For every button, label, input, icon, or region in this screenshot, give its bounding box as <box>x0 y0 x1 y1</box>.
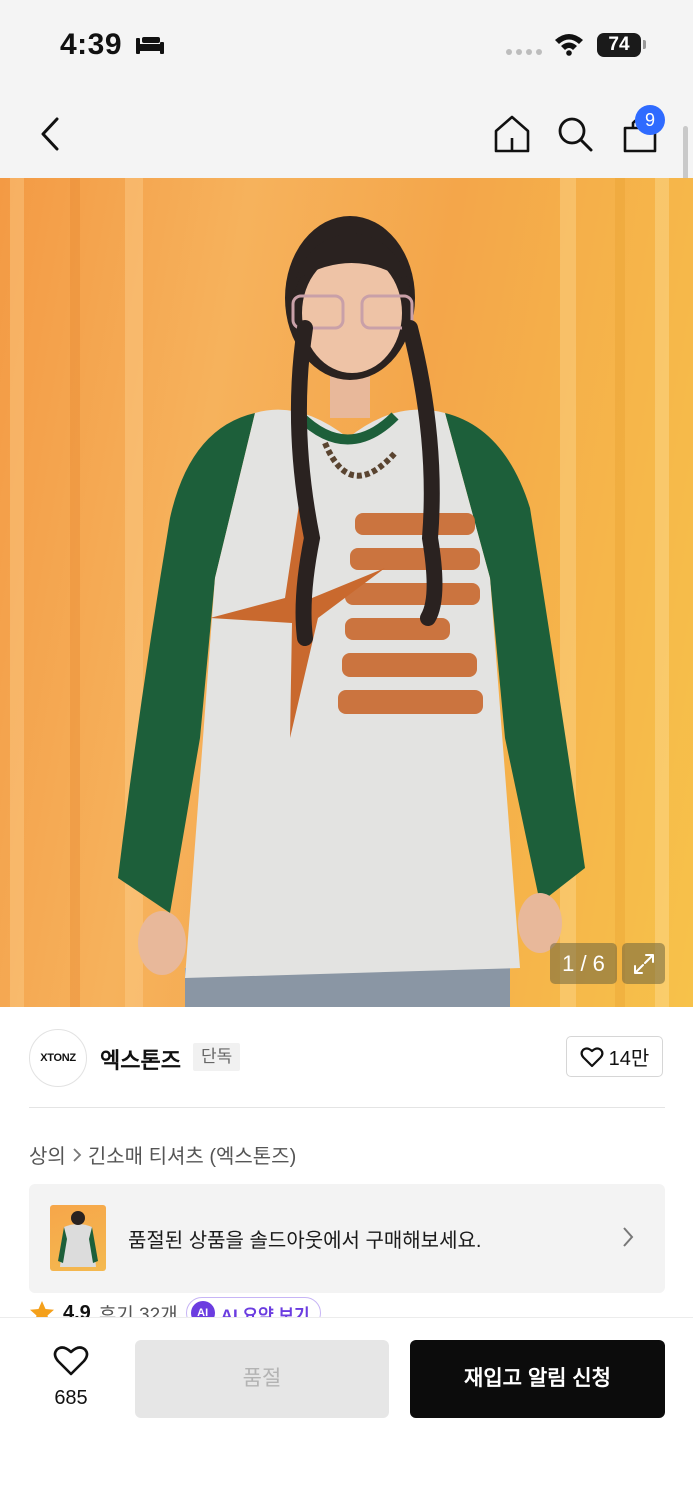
soldout-promo-banner[interactable]: 품절된 상품을 솔드아웃에서 구매해보세요. <box>29 1184 665 1293</box>
home-icon <box>494 115 530 153</box>
soldout-button: 품절 <box>135 1340 389 1418</box>
product-image[interactable] <box>0 178 693 1007</box>
back-button[interactable] <box>30 90 70 178</box>
image-counter: 1 / 6 <box>550 943 617 984</box>
heart-icon <box>580 1046 604 1067</box>
battery-indicator: 74 <box>597 33 641 57</box>
search-button[interactable] <box>553 90 597 178</box>
wifi-icon <box>555 34 583 56</box>
fullscreen-button[interactable] <box>622 943 665 984</box>
chevron-right-icon <box>73 1147 82 1162</box>
banner-text: 품절된 상품을 솔드아웃에서 구매해보세요. <box>128 1230 482 1252</box>
brand-logo[interactable]: XTONZ <box>29 1029 87 1087</box>
top-navigation <box>0 90 693 178</box>
breadcrumb-category[interactable]: 상의 <box>29 1140 66 1169</box>
cart-button[interactable] <box>618 90 662 178</box>
brand-like-button[interactable]: 14만 <box>566 1036 663 1077</box>
cart-count-badge: 9 <box>635 105 665 135</box>
wishlist-button[interactable]: 685 <box>40 1341 102 1417</box>
status-bar: 4:39 74 <box>0 0 693 90</box>
brand-like-count: 14만 <box>608 1048 650 1070</box>
search-icon <box>558 117 593 152</box>
heart-outline-icon <box>53 1346 89 1376</box>
brand-name[interactable]: 엑스톤즈 <box>100 1043 181 1075</box>
product-photo <box>10 178 669 1007</box>
wishlist-count: 685 <box>54 1387 88 1409</box>
sleep-mode-icon <box>136 37 164 54</box>
restock-alert-button[interactable]: 재입고 알림 신청 <box>410 1340 665 1418</box>
section-divider <box>29 1107 665 1108</box>
expand-icon <box>633 953 654 974</box>
brand-logo-text: XTONZ <box>40 1052 76 1064</box>
breadcrumb-subcategory[interactable]: 긴소매 티셔츠 (엑스톤즈) <box>88 1140 296 1169</box>
battery-tip <box>643 40 646 49</box>
exclusive-badge: 단독 <box>193 1043 241 1071</box>
status-time: 4:39 <box>60 28 123 61</box>
chevron-right-icon <box>623 1227 634 1247</box>
chevron-left-icon <box>41 117 59 151</box>
banner-product-thumbnail <box>50 1205 106 1271</box>
home-button[interactable] <box>489 90 535 178</box>
breadcrumb: 상의 긴소매 티셔츠 (엑스톤즈) <box>29 1140 296 1169</box>
cellular-signal-icon <box>506 49 542 55</box>
